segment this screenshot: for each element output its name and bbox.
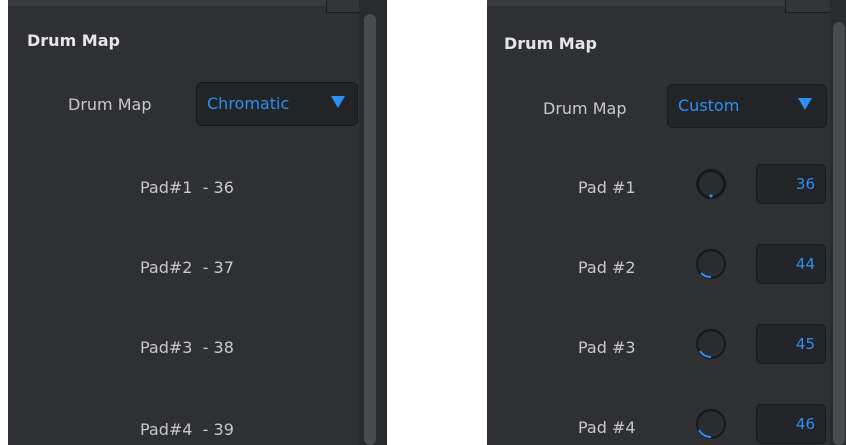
scrollbar-thumb[interactable] bbox=[364, 14, 376, 445]
pad-2-label: Pad #2 bbox=[578, 258, 636, 277]
pad-2-mapping: Pad#2 - 37 bbox=[140, 258, 234, 277]
scrollbar-thumb[interactable] bbox=[833, 22, 845, 445]
scrollbar-track[interactable] bbox=[359, 0, 387, 445]
dropdown-arrow-icon bbox=[331, 96, 345, 108]
pad-3-note-value[interactable]: 45 bbox=[756, 324, 826, 364]
pad-4-knob[interactable] bbox=[696, 409, 726, 439]
pad-4-mapping: Pad#4 - 39 bbox=[140, 420, 234, 439]
section-title: Drum Map bbox=[504, 34, 597, 53]
drum-map-dropdown[interactable]: Chromatic bbox=[196, 82, 358, 126]
pad-4-label: Pad #4 bbox=[578, 418, 636, 437]
drum-map-dropdown[interactable]: Custom bbox=[667, 84, 827, 128]
pad-2-note-value[interactable]: 44 bbox=[756, 244, 826, 284]
pad-2-knob[interactable] bbox=[696, 249, 726, 279]
scrollbar-track[interactable] bbox=[830, 0, 846, 445]
drum-map-dropdown-value: Custom bbox=[678, 96, 740, 115]
pad-4-note-value[interactable]: 46 bbox=[756, 404, 826, 444]
pad-3-knob[interactable] bbox=[696, 329, 726, 359]
drum-map-label: Drum Map bbox=[543, 99, 627, 118]
pad-4-note-value-text: 46 bbox=[795, 415, 815, 433]
pad-1-mapping: Pad#1 - 36 bbox=[140, 178, 234, 197]
section-title: Drum Map bbox=[27, 31, 120, 50]
drum-map-panel-chromatic: Drum Map Drum Map Chromatic Pad#1 - 36 P… bbox=[8, 0, 387, 445]
pad-3-label: Pad #3 bbox=[578, 338, 636, 357]
pad-1-note-value-text: 36 bbox=[795, 175, 815, 193]
pad-1-knob[interactable] bbox=[696, 169, 726, 199]
drum-map-panel-custom: Drum Map Drum Map Custom Pad #1 36 Pad #… bbox=[487, 0, 846, 445]
drum-map-label: Drum Map bbox=[68, 95, 152, 114]
panel-top-edge bbox=[487, 0, 787, 6]
dropdown-arrow-icon bbox=[798, 98, 812, 110]
drum-map-dropdown-value: Chromatic bbox=[207, 94, 290, 113]
pad-1-label: Pad #1 bbox=[578, 178, 636, 197]
pad-1-note-value[interactable]: 36 bbox=[756, 164, 826, 204]
pad-3-mapping: Pad#3 - 38 bbox=[140, 338, 234, 357]
pad-2-note-value-text: 44 bbox=[795, 255, 815, 273]
panel-top-edge bbox=[8, 0, 328, 6]
pad-3-note-value-text: 45 bbox=[795, 335, 815, 353]
